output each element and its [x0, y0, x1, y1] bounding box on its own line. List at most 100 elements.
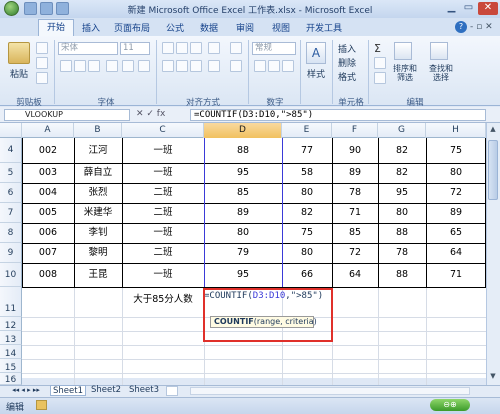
row-header[interactable]: 7	[0, 203, 22, 223]
table-cell[interactable]: 72	[332, 243, 378, 263]
sort-filter-button[interactable]: 排序和 筛选	[388, 64, 422, 82]
table-cell[interactable]: 85	[204, 183, 282, 203]
formula-input[interactable]: =COUNTIF(D3:D10,">85")	[190, 109, 486, 121]
macro-record-icon[interactable]	[36, 400, 47, 410]
horizontal-scrollbar[interactable]	[190, 387, 470, 395]
sheet-tab-sheet3[interactable]: Sheet3	[126, 385, 162, 396]
table-cell[interactable]: 一班	[122, 163, 204, 183]
row-header[interactable]: 6	[0, 183, 22, 203]
table-cell[interactable]: 003	[22, 163, 74, 183]
sheet-tab-sheet2[interactable]: Sheet2	[88, 385, 124, 396]
bold-icon[interactable]	[60, 60, 72, 72]
row-header[interactable]: 9	[0, 243, 22, 263]
orientation-icon[interactable]	[208, 42, 220, 54]
table-cell[interactable]: 82	[378, 163, 426, 183]
table-cell[interactable]: 88	[204, 138, 282, 163]
table-cell[interactable]: 李钊	[74, 223, 122, 243]
table-cell[interactable]: 一班	[122, 263, 204, 287]
row-header[interactable]: 11	[0, 287, 22, 317]
table-cell[interactable]: 一班	[122, 223, 204, 243]
font-color-icon[interactable]	[138, 60, 150, 72]
number-format-combo[interactable]: 常规	[252, 42, 296, 55]
delete-cells-button[interactable]: 删除	[338, 56, 356, 69]
table-cell[interactable]: 005	[22, 203, 74, 223]
table-cell[interactable]: 78	[378, 243, 426, 263]
maximize-button[interactable]: ▭	[461, 2, 476, 15]
close-button[interactable]: ✕	[478, 2, 498, 15]
table-cell[interactable]: 95	[204, 263, 282, 287]
column-header-c[interactable]: C	[122, 123, 204, 138]
table-cell[interactable]: 85	[332, 223, 378, 243]
tab-formulas[interactable]: 公式	[166, 21, 184, 35]
align-left-icon[interactable]	[162, 60, 174, 72]
table-cell[interactable]: 71	[426, 263, 486, 287]
border-icon[interactable]	[106, 60, 118, 72]
table-cell[interactable]: 64	[332, 263, 378, 287]
table-cell[interactable]: 66	[282, 263, 332, 287]
find-select-icon[interactable]	[430, 42, 448, 60]
table-cell[interactable]: 77	[282, 138, 332, 163]
table-cell[interactable]: 二班	[122, 243, 204, 263]
table-cell[interactable]: 002	[22, 138, 74, 163]
table-cell[interactable]: 二班	[122, 203, 204, 223]
column-header-e[interactable]: E	[282, 123, 332, 138]
font-size-combo[interactable]: 11	[120, 42, 150, 55]
formula-buttons[interactable]: ✕ ✓ fx	[136, 109, 188, 121]
scroll-up-icon[interactable]: ▲	[488, 125, 498, 135]
table-cell[interactable]: 90	[332, 138, 378, 163]
table-cell[interactable]: 64	[426, 243, 486, 263]
row-header[interactable]: 13	[0, 331, 22, 345]
cell-c11[interactable]: 大于85分人数	[122, 287, 204, 317]
table-cell[interactable]: 80	[378, 203, 426, 223]
table-cell[interactable]: 88	[378, 263, 426, 287]
table-cell[interactable]: 95	[378, 183, 426, 203]
minimize-button[interactable]: ▁	[444, 2, 459, 15]
sheet-nav-arrows[interactable]: ◂◂ ◂ ▸ ▸▸	[4, 385, 48, 396]
column-header-a[interactable]: A	[22, 123, 74, 138]
table-cell[interactable]: 006	[22, 223, 74, 243]
row-header[interactable]: 4	[0, 138, 22, 163]
table-cell[interactable]: 80	[282, 183, 332, 203]
sheet-tab-sheet1[interactable]: Sheet1	[50, 385, 86, 396]
italic-icon[interactable]	[74, 60, 86, 72]
column-header-g[interactable]: G	[378, 123, 426, 138]
paste-icon[interactable]	[8, 42, 30, 64]
styles-icon[interactable]: A	[306, 42, 326, 64]
table-cell[interactable]: 80	[204, 223, 282, 243]
currency-icon[interactable]	[254, 60, 266, 72]
insert-sheet-icon[interactable]	[166, 386, 178, 396]
table-cell[interactable]: 95	[204, 163, 282, 183]
row-header[interactable]: 10	[0, 263, 22, 287]
column-header-d[interactable]: D	[204, 123, 282, 138]
table-cell[interactable]: 89	[204, 203, 282, 223]
fill-color-icon[interactable]	[122, 60, 134, 72]
help-icon[interactable]: ?	[455, 21, 467, 33]
table-cell[interactable]: 78	[332, 183, 378, 203]
tab-insert[interactable]: 插入	[82, 21, 100, 35]
font-name-combo[interactable]: 宋体	[58, 42, 118, 55]
table-cell[interactable]: 89	[426, 203, 486, 223]
clear-icon[interactable]	[374, 72, 386, 84]
table-cell[interactable]: 80	[282, 243, 332, 263]
table-cell[interactable]: 88	[378, 223, 426, 243]
select-all-corner[interactable]	[0, 123, 22, 138]
table-cell[interactable]: 黎明	[74, 243, 122, 263]
cut-icon[interactable]	[36, 42, 48, 54]
tab-home[interactable]: 开始	[38, 19, 74, 36]
format-cells-button[interactable]: 格式	[338, 70, 356, 83]
tab-data[interactable]: 数据	[200, 21, 218, 35]
format-painter-icon[interactable]	[36, 72, 48, 84]
name-box[interactable]: VLOOKUP	[4, 109, 130, 121]
scroll-thumb[interactable]	[488, 140, 498, 200]
align-middle-icon[interactable]	[176, 42, 188, 54]
row-header[interactable]: 15	[0, 359, 22, 373]
tab-review[interactable]: 审阅	[236, 21, 254, 35]
find-select-button[interactable]: 查找和 选择	[424, 64, 458, 82]
tab-view[interactable]: 视图	[272, 21, 290, 35]
table-cell[interactable]: 79	[204, 243, 282, 263]
column-header-b[interactable]: B	[74, 123, 122, 138]
paste-button[interactable]: 粘贴	[8, 67, 30, 80]
align-top-icon[interactable]	[162, 42, 174, 54]
table-cell[interactable]: 89	[332, 163, 378, 183]
table-cell[interactable]: 75	[426, 138, 486, 163]
